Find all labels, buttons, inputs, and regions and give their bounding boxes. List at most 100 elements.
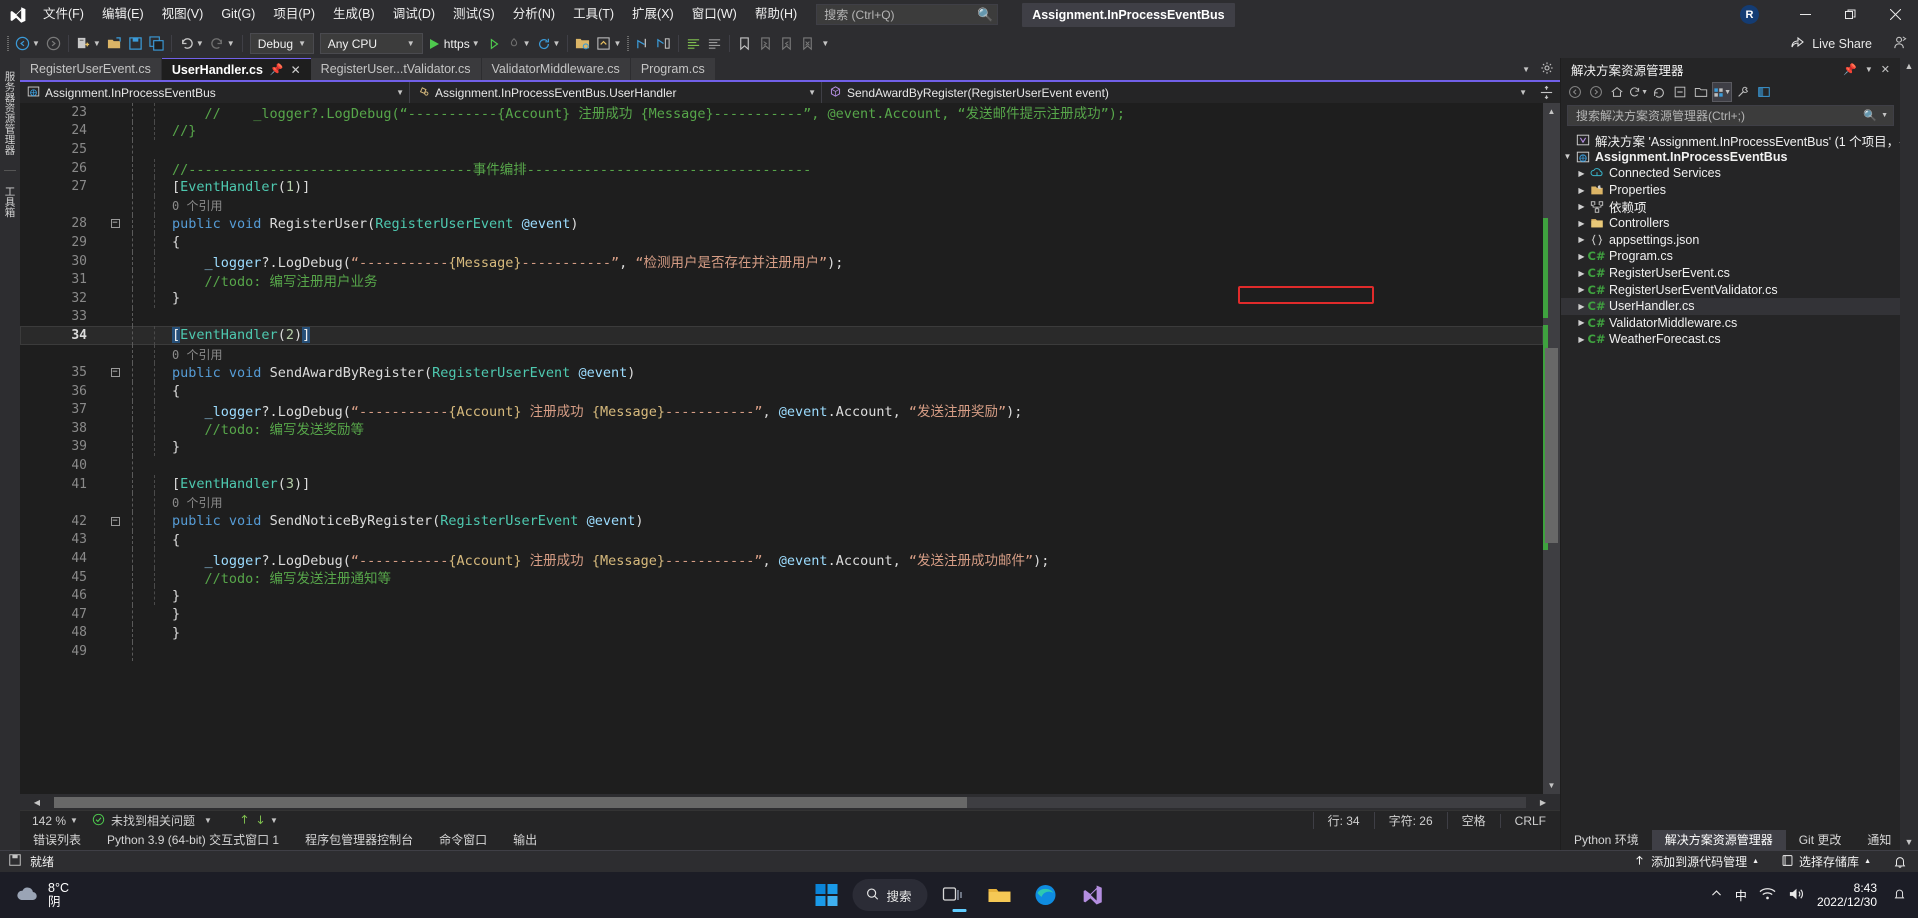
tree-row-weatherforecast-cs[interactable]: ▶ C# WeatherForecast.cs [1561,331,1900,348]
code-line[interactable]: 33 [20,307,1543,327]
chevron-right-icon[interactable]: ▶ [1575,169,1588,178]
code-line[interactable]: 26 //-----------------------------------事… [20,158,1543,178]
bookmark-icon[interactable] [734,32,755,56]
chevron-right-icon[interactable]: ▶ [1575,285,1588,294]
chevron-down-icon[interactable]: ▼ [1861,65,1877,74]
scroll-down-arrow-icon[interactable]: ▼ [1543,777,1560,794]
code-line[interactable]: 35 − public void SendAwardByRegister(Regis… [20,363,1543,382]
menu-git[interactable]: Git(G) [212,0,264,29]
zoom-level-control[interactable]: 142 % ▼ [20,814,86,828]
menu-test[interactable]: 测试(S) [444,0,504,29]
restart-button[interactable]: ▼ [534,32,564,56]
chevron-right-icon[interactable]: ▶ [1575,186,1588,195]
code-line[interactable]: 0 个引用 [20,344,1543,364]
home-icon[interactable] [1607,82,1627,102]
code-line[interactable]: 41 [EventHandler(3)] [20,474,1543,494]
pin-icon[interactable]: 📌 [1839,63,1861,76]
chevron-right-icon[interactable]: ▶ [1575,269,1588,278]
solution-configuration-select[interactable]: Debug ▼ [249,33,314,54]
code-line[interactable]: 23 // _logger?.LogDebug(“-----------{Acc… [20,103,1543,122]
dock-tab-python-interactive[interactable]: Python 3.9 (64-bit) 交互式窗口 1 [94,830,292,850]
fold-toggle-icon[interactable]: − [104,219,126,229]
refresh-icon[interactable] [1649,82,1669,102]
redo-button[interactable]: ▼ [207,32,238,56]
start-debug-button[interactable]: https ▼ [426,33,484,55]
fold-toggle-icon[interactable]: − [104,368,126,378]
menu-project[interactable]: 项目(P) [264,0,324,29]
code-line[interactable]: 34 [EventHandler(2)] [20,326,1543,345]
scroll-down-arrow-icon[interactable]: ▼ [1900,837,1918,847]
previous-bookmark-icon[interactable] [755,32,776,56]
ime-language-indicator[interactable]: 中 [1735,887,1747,904]
tray-overflow-icon[interactable] [1710,887,1723,903]
scroll-up-arrow-icon[interactable]: ▲ [1900,61,1918,71]
chevron-right-icon[interactable]: ▶ [1575,302,1588,311]
preview-changes-icon[interactable]: ▼ [593,32,624,56]
view-selector-icon[interactable]: ▼ [1712,82,1732,102]
project-dropdown[interactable]: Assignment.InProcessEventBus ▼ [20,82,410,103]
menu-view[interactable]: 视图(V) [153,0,213,29]
scroll-thumb[interactable] [1545,348,1558,543]
toolbar-grip[interactable] [624,35,632,53]
tree-row-validatormiddleware-cs[interactable]: ▶ C# ValidatorMiddleware.cs [1561,315,1900,332]
next-bookmark-icon[interactable] [776,32,797,56]
dock-tab-output[interactable]: 输出 [500,830,550,850]
collapse-all-icon[interactable] [1670,82,1690,102]
code-line[interactable]: 30 _logger?.LogDebug(“-----------{Messag… [20,251,1543,271]
search-input[interactable]: 搜索 (Ctrl+Q) 🔍 [816,4,999,25]
tree-row-properties[interactable]: ▶ Properties [1561,182,1900,199]
live-share-label[interactable]: Live Share [1812,37,1872,51]
comment-lines-icon[interactable] [683,32,704,56]
chevron-right-icon[interactable]: ▶ [1575,252,1588,261]
add-to-source-control-button[interactable]: 添加到源代码管理 ▲ [1622,851,1770,873]
hot-reload-button[interactable]: ▼ [504,32,534,56]
scroll-left-arrow-icon[interactable]: ◀ [20,798,54,807]
member-dropdown[interactable]: SendAwardByRegister(RegisterUserEvent ev… [822,82,1532,103]
editor-vertical-scrollbar[interactable]: ▲ ▼ [1543,103,1560,794]
menu-debug[interactable]: 调试(D) [384,0,444,29]
code-line[interactable]: 37 _logger?.LogDebug(“-----------{Accoun… [20,400,1543,420]
close-icon[interactable]: ✕ [291,63,301,77]
menu-file[interactable]: 文件(F) [34,0,93,29]
tree-row-connected-services[interactable]: ▶ Connected Services [1561,165,1900,182]
tree-row-program-cs[interactable]: ▶ C# Program.cs [1561,248,1900,265]
minimize-button[interactable] [1783,0,1828,29]
tree-row-registeruserevent-cs[interactable]: ▶ C# RegisterUserEvent.cs [1561,265,1900,282]
navigate-backward-button[interactable]: ▼ [12,32,43,56]
pin-icon[interactable]: 📌 [270,63,284,76]
code-line[interactable]: 24 //} [20,121,1543,141]
notification-center-icon[interactable] [1893,887,1906,904]
tree-row-assignment-inprocesseventbus[interactable]: ▼ Assignment.InProcessEventBus [1561,149,1900,166]
undo-button[interactable]: ▼ [176,32,207,56]
save-all-button[interactable] [146,32,167,56]
code-surface[interactable]: 23 // _logger?.LogDebug(“-----------{Acc… [20,103,1543,794]
select-repository-button[interactable]: 选择存储库 ▲ [1770,851,1882,873]
code-line[interactable]: 46} [20,586,1543,606]
weather-widget[interactable]: 8°C 阴 [0,881,69,910]
chevron-right-icon[interactable]: ▶ [1575,202,1588,211]
editor-tab-registeruserevent[interactable]: RegisterUserEvent.cs [20,58,161,80]
step-over-icon[interactable] [653,32,674,56]
start-button[interactable] [806,875,846,915]
live-share-participants-icon[interactable] [1878,35,1908,53]
menu-extensions[interactable]: 扩展(X) [623,0,683,29]
editor-tab-validatormiddleware[interactable]: ValidatorMiddleware.cs [481,58,630,80]
chevron-down-icon[interactable]: ▼ [1877,112,1888,119]
code-line[interactable]: 44 _logger?.LogDebug(“-----------{Accoun… [20,549,1543,569]
forward-icon[interactable] [1586,82,1606,102]
tree-row-appsettings-json[interactable]: ▶ appsettings.json [1561,232,1900,249]
preview-selected-items-icon[interactable] [1754,82,1774,102]
solution-tree[interactable]: 解决方案 'Assignment.InProcessEventBus' (1 个… [1561,130,1900,830]
search-icon[interactable]: 🔍 [1863,109,1877,122]
tree-row-userhandler-cs[interactable]: ▶ C# UserHandler.cs [1561,297,1900,315]
menu-tools[interactable]: 工具(T) [564,0,623,29]
volume-icon[interactable] [1788,887,1805,904]
tree-row-controllers[interactable]: ▶ Controllers [1561,215,1900,232]
dock-tab-solution-explorer[interactable]: 解决方案资源管理器 [1651,830,1786,850]
dock-tab-command-window[interactable]: 命令窗口 [426,830,500,850]
scroll-right-arrow-icon[interactable]: ▶ [1526,798,1560,807]
tree-row-[interactable]: ▶ 依赖项 [1561,198,1900,215]
dock-tab-notifications[interactable]: 通知 [1854,830,1904,850]
issues-label[interactable]: 未找到相关问题 [111,812,195,829]
menu-edit[interactable]: 编辑(E) [93,0,153,29]
